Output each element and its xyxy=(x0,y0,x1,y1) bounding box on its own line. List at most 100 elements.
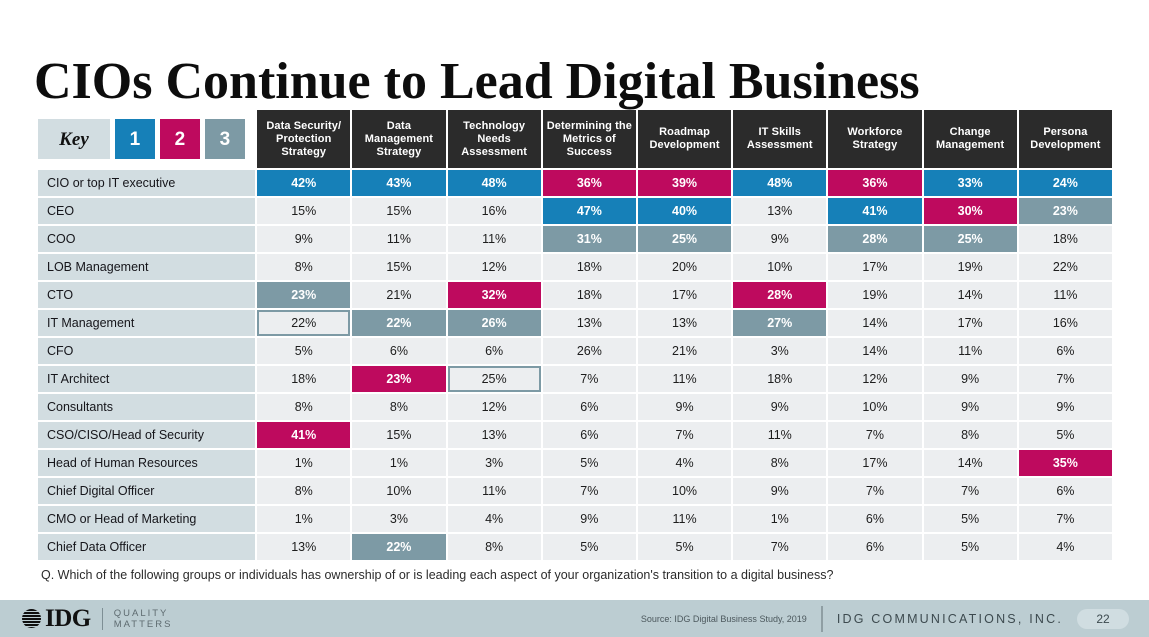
data-cell: 17% xyxy=(828,254,922,280)
data-cell: 6% xyxy=(828,506,922,532)
data-cell: 5% xyxy=(923,534,1017,560)
data-cell: 8% xyxy=(352,394,446,420)
row-label: IT Management xyxy=(38,310,256,336)
data-cell: 41% xyxy=(828,198,922,224)
data-cell: 18% xyxy=(542,254,636,280)
data-cell: 40% xyxy=(637,198,732,224)
table-body: CIO or top IT executive 42% 43% 48% 36% 39% 48… xyxy=(38,170,1112,560)
data-cell: 10% xyxy=(637,478,732,504)
data-cell: 3% xyxy=(447,450,541,476)
data-cell: 43% xyxy=(352,170,446,196)
data-cell: 31% xyxy=(542,226,636,252)
data-cell: 12% xyxy=(447,254,541,280)
data-cell: 17% xyxy=(828,450,922,476)
data-cell: 9% xyxy=(733,478,827,504)
page-number-badge: 22 xyxy=(1077,608,1129,629)
data-cell: 21% xyxy=(637,338,732,364)
table-row: Consultants 8% 8% 12% 6% 9% 9% 10% 9% 9% xyxy=(38,394,1112,420)
key-rank-1: 1 xyxy=(115,119,155,159)
data-cell: 7% xyxy=(542,366,636,392)
logo-divider xyxy=(101,607,103,630)
row-label: CTO xyxy=(38,282,256,308)
data-cell: 16% xyxy=(1018,310,1112,336)
company-name: IDG COMMUNICATIONS, INC. xyxy=(836,611,1063,626)
table-row: IT Management 22% 22% 26% 13% 13% 27% 14% 17% 16% xyxy=(38,310,1112,336)
data-cell: 9% xyxy=(923,394,1017,420)
column-header-1: Data Security/ Protection Strategy xyxy=(257,110,351,168)
row-label: LOB Management xyxy=(38,254,256,280)
data-cell: 13% xyxy=(637,310,732,336)
row-label: CEO xyxy=(38,198,256,224)
data-cell: 15% xyxy=(352,422,446,448)
row-label: IT Architect xyxy=(38,366,256,392)
data-cell: 3% xyxy=(733,338,827,364)
data-cell: 39% xyxy=(637,170,732,196)
data-cell: 6% xyxy=(352,338,446,364)
data-cell: 22% xyxy=(352,534,446,560)
data-cell: 24% xyxy=(1018,170,1112,196)
data-cell: 36% xyxy=(828,170,922,196)
data-cell: 26% xyxy=(447,310,541,336)
key-legend: Key 1 2 3 xyxy=(38,110,256,168)
data-cell: 15% xyxy=(257,198,351,224)
data-cell: 10% xyxy=(828,394,922,420)
data-cell: 48% xyxy=(447,170,541,196)
data-cell: 16% xyxy=(447,198,541,224)
data-cell: 13% xyxy=(447,422,541,448)
data-cell: 47% xyxy=(542,198,636,224)
data-cell: 13% xyxy=(542,310,636,336)
data-cell: 9% xyxy=(1018,394,1112,420)
data-cell: 9% xyxy=(257,226,351,252)
data-cell: 5% xyxy=(923,506,1017,532)
data-cell: 5% xyxy=(542,534,636,560)
data-cell: 6% xyxy=(447,338,541,364)
table-header: Key 1 2 3 Data Security/ Protection Stra… xyxy=(38,110,1112,168)
data-cell: 42% xyxy=(257,170,351,196)
data-cell: 9% xyxy=(733,226,827,252)
data-cell: 18% xyxy=(733,366,827,392)
data-cell: 1% xyxy=(257,506,351,532)
data-cell: 33% xyxy=(923,170,1017,196)
data-cell: 23% xyxy=(1018,198,1112,224)
data-cell: 27% xyxy=(733,310,827,336)
data-cell: 22% xyxy=(1018,254,1112,280)
data-cell: 5% xyxy=(1018,422,1112,448)
data-cell: 28% xyxy=(733,282,827,308)
data-cell: 17% xyxy=(923,310,1017,336)
data-cell: 9% xyxy=(637,394,732,420)
data-cell: 25% xyxy=(637,226,732,252)
data-cell: 7% xyxy=(637,422,732,448)
data-cell: 4% xyxy=(447,506,541,532)
footer-branding: IDG QUALITY MATTERS xyxy=(0,606,172,631)
data-cell: 13% xyxy=(257,534,351,560)
source-note: Source: IDG Digital Business Study, 2019 xyxy=(640,613,807,624)
data-cell: 12% xyxy=(828,366,922,392)
data-cell: 11% xyxy=(733,422,827,448)
header-row: Key 1 2 3 Data Security/ Protection Stra… xyxy=(38,110,1112,168)
data-cell: 9% xyxy=(542,506,636,532)
table-row: CTO 23% 21% 32% 18% 17% 28% 19% 14% 11% xyxy=(38,282,1112,308)
row-label: Head of Human Resources xyxy=(38,450,256,476)
data-cell: 36% xyxy=(542,170,636,196)
data-cell: 14% xyxy=(923,282,1017,308)
data-cell: 8% xyxy=(257,394,351,420)
data-cell: 12% xyxy=(447,394,541,420)
key-rank-2: 2 xyxy=(160,119,200,159)
data-cell: 18% xyxy=(542,282,636,308)
data-cell: 8% xyxy=(923,422,1017,448)
table-row: Chief Digital Officer 8% 10% 11% 7% 10% 9% 7% 7%… xyxy=(38,478,1112,504)
data-cell: 14% xyxy=(828,310,922,336)
table-row: Chief Data Officer 13% 22% 8% 5% 5% 7% 6% 5% 4% xyxy=(38,534,1112,560)
data-cell: 13% xyxy=(733,198,827,224)
data-cell: 7% xyxy=(1018,506,1112,532)
data-cell: 15% xyxy=(352,254,446,280)
column-header-4: Determining the Metrics of Success xyxy=(542,110,636,168)
data-cell: 25% xyxy=(447,366,541,392)
data-cell: 3% xyxy=(352,506,446,532)
data-cell: 7% xyxy=(828,478,922,504)
data-cell: 11% xyxy=(447,478,541,504)
data-cell: 7% xyxy=(733,534,827,560)
table-row: LOB Management 8% 15% 12% 18% 20% 10% 17% 19% 22% xyxy=(38,254,1112,280)
data-cell: 1% xyxy=(733,506,827,532)
tagline: QUALITY MATTERS xyxy=(114,608,173,630)
